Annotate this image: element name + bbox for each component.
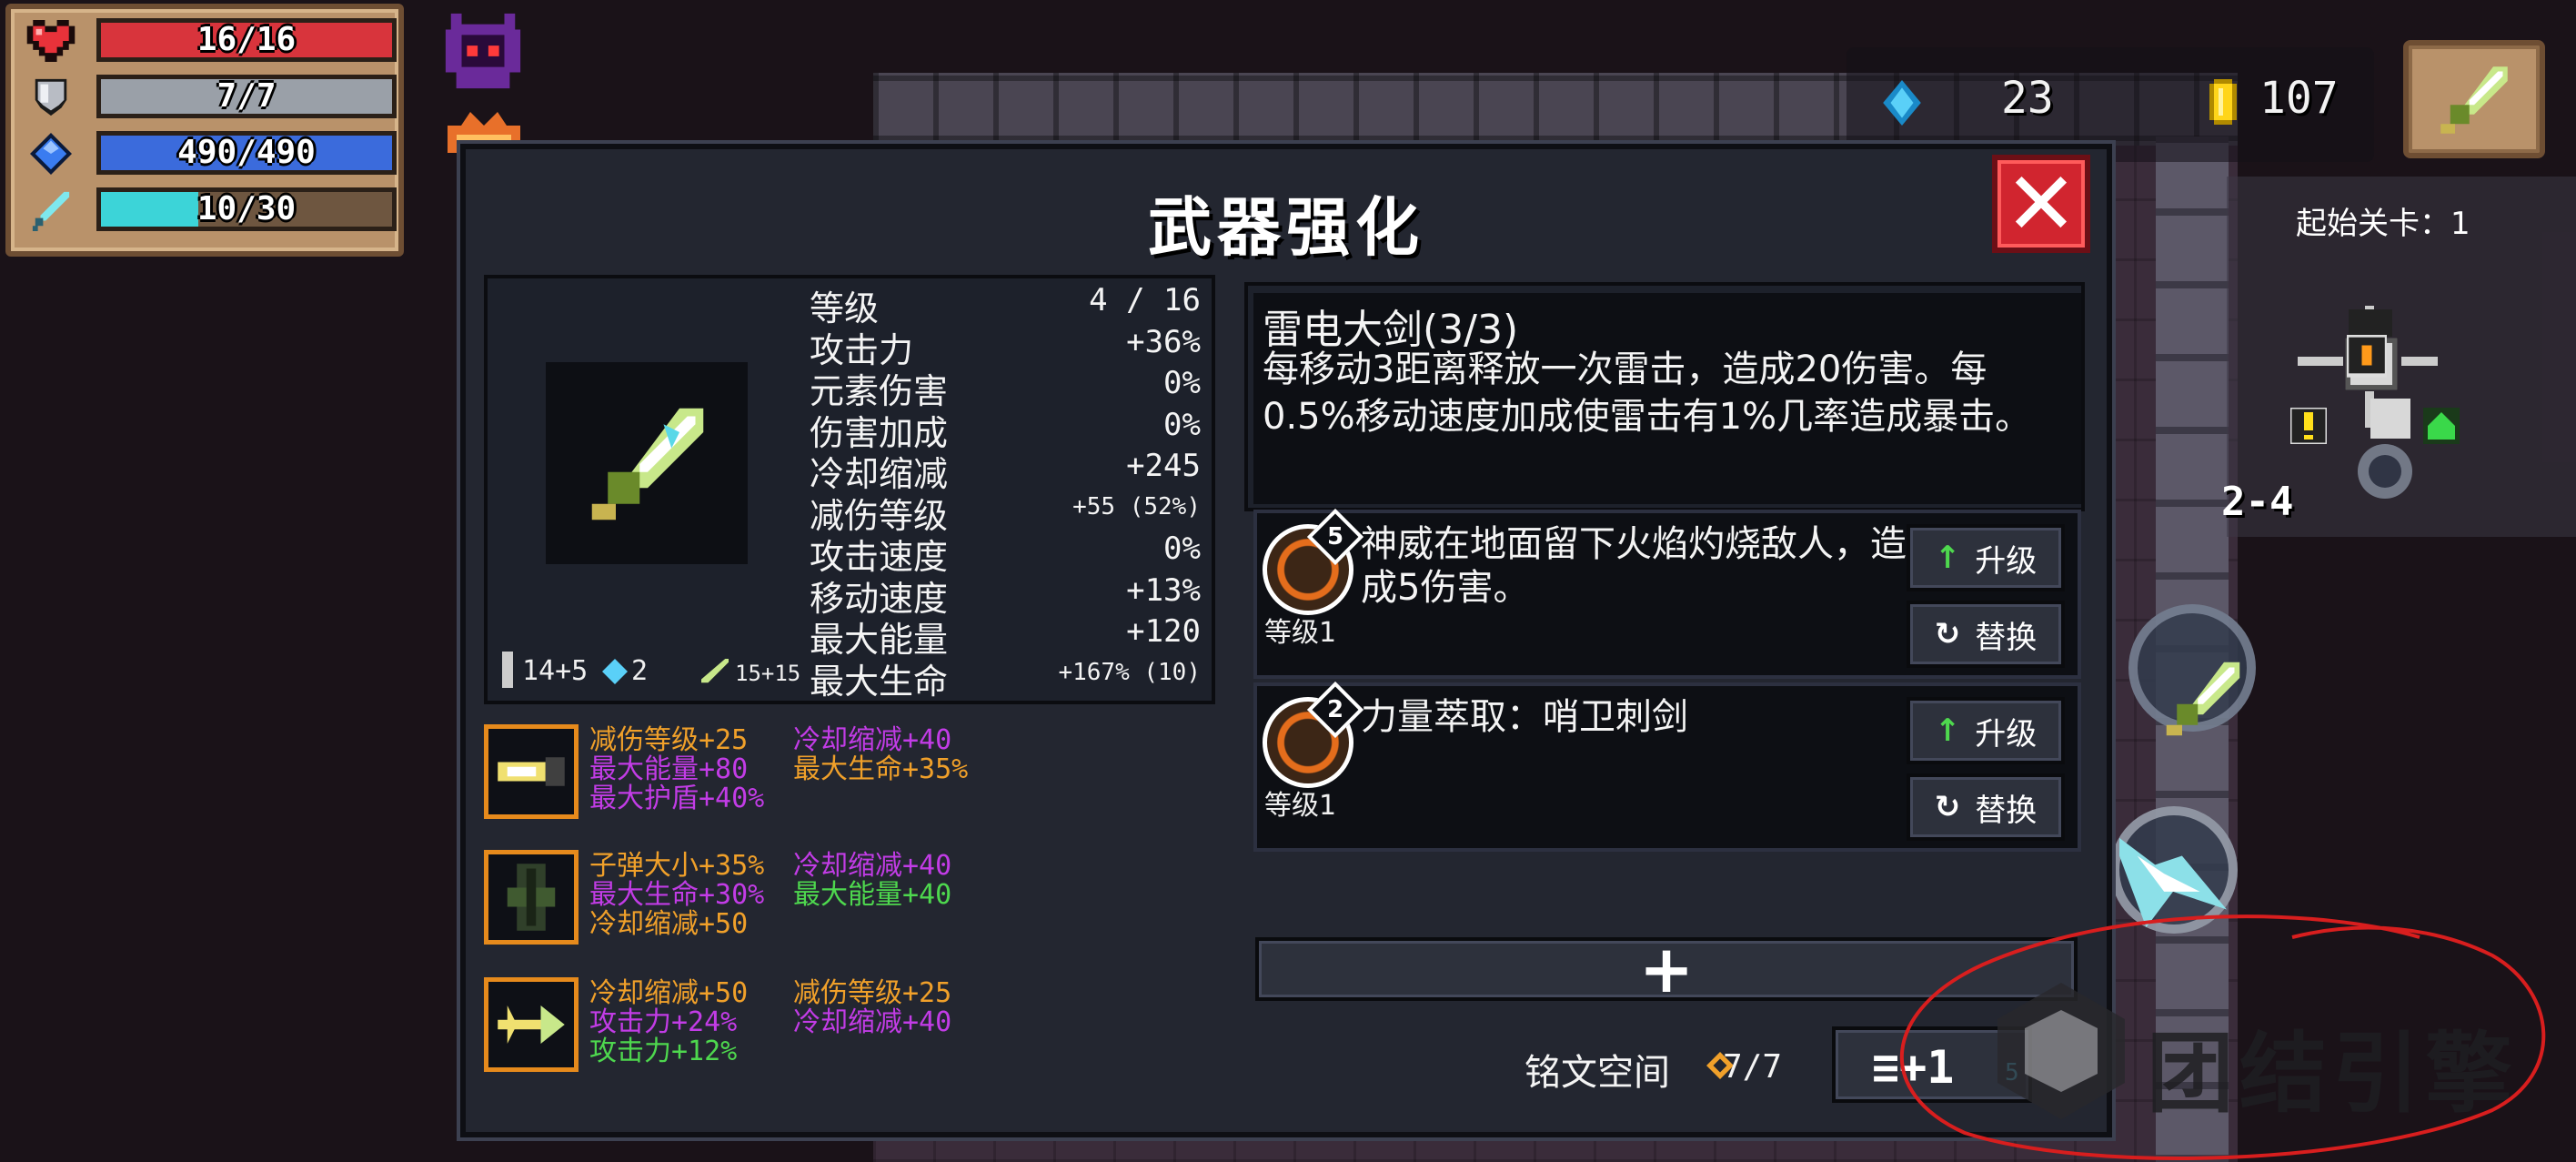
weapon-stat-value: 0% [1163,365,1201,401]
close-icon: ✕ [2004,153,2078,255]
weapon-stat-value: +245 [1126,448,1201,484]
minimap-room-top [2349,309,2392,337]
rune-stat-text: 子弹大小+35% [589,850,765,882]
gem-icon [1883,80,1921,126]
weapon-stat-value: 4 / 16 [1089,282,1201,318]
minimap-title: 起始关卡：1 [2296,206,2470,242]
skill-button-label: 替换 [1975,792,2038,829]
rune-stat-text: 攻击力+12% [589,1036,738,1067]
minimap-dot-34 [2403,371,2407,375]
rune-slot[interactable] [484,977,579,1072]
skill-description: 神威在地面留下火焰灼烧敌人，造成5伤害。 [1361,523,1907,609]
skill-replace-button[interactable]: ↻ 替换 [1907,773,2065,841]
rune-stat-text: 冷却缩减+50 [589,908,749,940]
charge-text: 10/30 [196,190,297,227]
rune-icon [498,1005,565,1044]
minimap-room-selected [2370,399,2410,439]
weapon-stat-value: +36% [1126,323,1201,360]
weapon-energy-cost: 2 [631,655,649,687]
rune-icon [507,864,556,931]
skill-rank-value: 2 [1326,696,1344,723]
skill-rank-value: 5 [1326,523,1344,551]
skill-button-label: 升级 [1975,542,2038,580]
rune-stat-text: 减伤等级+25 [589,724,749,756]
helmet-buff-icon[interactable] [440,7,526,95]
energy-row: 490/490 [24,131,402,177]
rune-stat-text: 冷却缩减+40 [793,1006,952,1038]
rune-icon [498,757,565,786]
energy-diamond-icon [30,133,72,175]
weapon-damage: 14+5 [522,655,589,687]
rune-stat-text: 冷却缩减+40 [793,850,952,882]
weapon-stat-value: +13% [1126,571,1201,609]
skill-upgrade-button[interactable]: ↑ 升级 [1907,524,2065,591]
house-room-icon [2423,408,2460,444]
sword-icon [32,191,70,231]
level-label: 2-4 [2221,479,2294,525]
energy-cost-icon [602,659,628,684]
weapon-stat-value: +55 (52%) [1072,492,1201,520]
alert-room-icon [2290,408,2327,444]
armor-row: 7/7 [24,75,402,120]
rune-stat-text: 攻击力+24% [589,1006,738,1038]
red-circle-annotation [1899,914,2546,1160]
arrow-up-icon: ↑ [1934,540,1961,576]
rune-space-label: 铭文空间 [1524,1052,1670,1094]
weapon-stat-value: +167% (10) [1058,658,1201,686]
rune-stat-text: 最大生命+30% [589,879,765,911]
swap-icon: ↻ [1934,616,1961,652]
minimap-corridor-right [2401,357,2438,366]
weapon-stat-value: 0% [1163,530,1201,567]
lightning-greatsword-icon [2440,66,2508,134]
rune-slot[interactable] [484,724,579,819]
rune-stat-text: 最大能量+40 [793,879,952,911]
rune-stat-text: 最大护盾+40% [589,783,765,814]
skill-button-label: 升级 [1975,715,2038,753]
skill-upgrade-button[interactable]: ↑ 升级 [1907,697,2065,764]
rune-slot[interactable] [484,850,579,945]
damage-icon [502,652,513,688]
coin-count: 107 [2259,73,2339,124]
weapon-stat-label: 最大生命 [810,661,949,702]
plus-icon: + [1638,931,1695,1007]
weapon-description: 每移动3距离释放一次雷击，造成20伤害。每0.5%移动速度加成使雷击有1%几率造… [1263,349,2032,438]
rune-stat-text: 冷却缩减+50 [589,977,749,1009]
energy-text: 490/490 [177,134,316,171]
lightning-greatsword-icon [591,408,704,520]
skill-level: 等级1 [1264,617,1337,649]
close-button[interactable]: ✕ [1992,155,2090,253]
charge-row: 10/30 [24,187,402,233]
weapon-crit: 15+15 [735,661,801,686]
rune-stat-text: 最大能量+80 [589,753,749,785]
torch-room-icon [2347,335,2387,378]
minimap-corridor-left [2298,357,2343,366]
armor-text: 7/7 [216,77,277,115]
health-row: 16/16 [24,18,402,64]
minimap-portal [2358,444,2412,499]
skill-description: 力量萃取：哨卫刺剑 [1361,696,1688,738]
health-text: 16/16 [196,21,297,58]
rune-space-value: 7/7 [1723,1048,1783,1086]
rune-stat-text: 减伤等级+25 [793,977,952,1009]
swap-icon: ↻ [1934,789,1961,825]
heart-icon [26,20,75,62]
rune-stat-text: 最大生命+35% [793,753,969,785]
coin-icon [2209,79,2237,125]
crit-icon [701,659,729,683]
rune-stat-text: 冷却缩减+40 [793,724,952,756]
arrow-up-icon: ↑ [1934,712,1961,749]
skill-replace-button[interactable]: ↻ 替换 [1907,601,2065,668]
skill-level: 等级1 [1264,790,1337,822]
gem-count: 23 [2001,73,2054,124]
weapon-stat-value: +120 [1126,613,1201,650]
weapon-stat-value: 0% [1163,406,1201,443]
weapon-slot-button[interactable] [2403,40,2545,158]
sword-weapon-icon [2166,662,2240,736]
player-stats-panel: 16/16 7/7 490/490 10/30 [5,4,404,257]
shield-icon [35,78,67,116]
modal-title: 武器强化 [1148,190,1424,265]
skill-button-label: 替换 [1975,619,2038,656]
weapon-preview [546,362,748,564]
